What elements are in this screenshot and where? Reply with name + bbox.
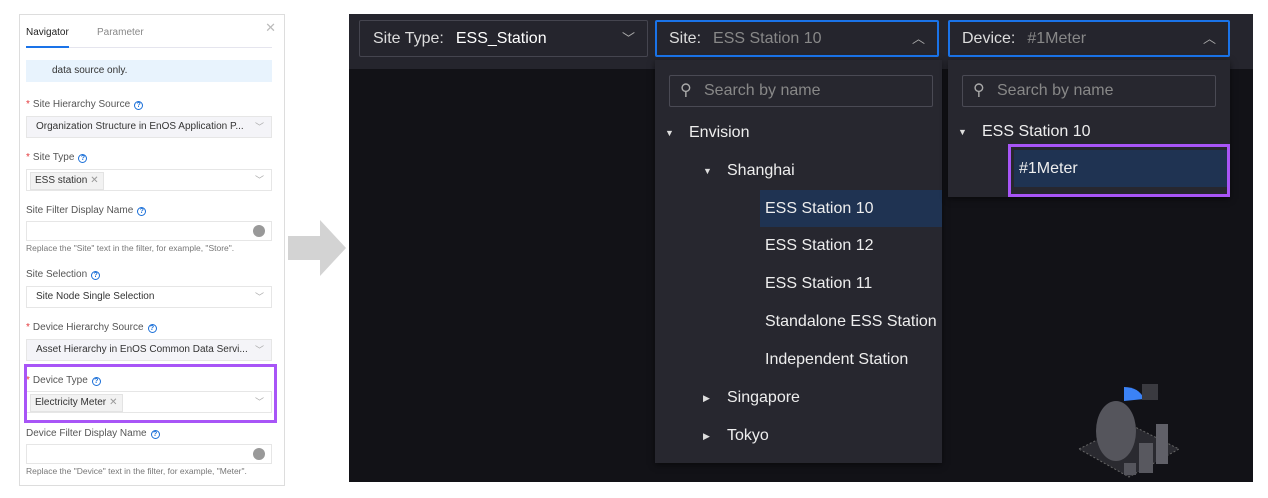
tree-node-station[interactable]: Standalone ESS Station <box>765 303 937 340</box>
tree-node-shanghai[interactable]: Shanghai <box>727 152 795 189</box>
site-dropdown: ⚲ Search by name ▼ Envision ▼ Shanghai ES… <box>655 60 942 463</box>
device-search-input[interactable]: ⚲ Search by name <box>962 75 1216 107</box>
caret-right-icon[interactable]: ▶ <box>703 393 710 404</box>
site-selection-label: Site Selection? <box>26 269 101 280</box>
device-filter[interactable]: Device: #1Meter ︿ <box>948 20 1230 57</box>
globe-icon <box>253 225 265 237</box>
site-hierarchy-source-label: * Site Hierarchy Source? <box>26 99 144 110</box>
arrow-right-icon <box>288 220 346 276</box>
search-icon: ⚲ <box>680 82 692 99</box>
chevron-up-icon: ︿ <box>1202 31 1216 46</box>
site-filter-display-name-input[interactable] <box>26 221 272 241</box>
help-icon: ? <box>150 430 160 439</box>
help-icon: ? <box>91 271 101 280</box>
device-dropdown: ⚲ Search by name ▼ ESS Station 10 #1Meter <box>948 60 1230 197</box>
empty-chart-illustration-icon <box>1077 384 1181 478</box>
help-icon: ? <box>134 101 144 110</box>
site-filter-display-name-label: Site Filter Display Name? <box>26 205 147 216</box>
device-filter-hint: Replace the "Device" text in the filter,… <box>26 466 247 476</box>
site-search-input[interactable]: ⚲ Search by name <box>669 75 933 107</box>
site-type-filter[interactable]: Site Type: ESS_Station ﹀ <box>359 20 648 57</box>
chevron-down-icon: ﹀ <box>621 31 635 46</box>
help-icon: ? <box>78 154 88 163</box>
tree-node-station[interactable]: ESS Station 11 <box>765 265 872 302</box>
site-hierarchy-source-select[interactable]: Organization Structure in EnOS Applicati… <box>26 116 272 138</box>
chevron-down-icon: ﹀ <box>254 175 264 185</box>
caret-right-icon[interactable]: ▶ <box>703 431 710 442</box>
active-tab-indicator <box>26 46 69 48</box>
tab-navigator[interactable]: Navigator <box>26 27 69 38</box>
close-icon[interactable]: ✕ <box>265 20 276 36</box>
device-hierarchy-source-label: * Device Hierarchy Source? <box>26 322 157 333</box>
search-icon: ⚲ <box>973 82 985 99</box>
site-type-label: * Site Type? <box>26 152 88 163</box>
site-type-tag: ESS station ✕ <box>30 172 104 190</box>
caret-down-icon[interactable]: ▼ <box>958 127 967 137</box>
help-icon: ? <box>147 324 157 333</box>
tree-node-station[interactable]: Independent Station <box>765 341 908 378</box>
tree-node-tokyo[interactable]: Tokyo <box>727 417 769 454</box>
navigator-panel: Navigator Parameter ✕ data source only. … <box>19 14 285 486</box>
highlight-box <box>24 364 277 423</box>
device-filter-display-name-input[interactable] <box>26 444 272 464</box>
tree-node-envision[interactable]: Envision <box>689 114 749 151</box>
site-filter-hint: Replace the "Site" text in the filter, f… <box>26 243 235 253</box>
site-filter[interactable]: Site: ESS Station 10 ︿ <box>655 20 939 57</box>
chevron-up-icon: ︿ <box>911 31 925 46</box>
caret-down-icon[interactable]: ▼ <box>665 128 674 138</box>
info-box: data source only. <box>26 60 272 82</box>
device-hierarchy-source-select[interactable]: Asset Hierarchy in EnOS Common Data Serv… <box>26 339 272 361</box>
highlight-box <box>1008 144 1230 197</box>
site-type-select[interactable]: ESS station ✕ ﹀ <box>26 169 272 191</box>
globe-icon <box>253 448 265 460</box>
remove-tag-icon: ✕ <box>90 175 99 186</box>
dashboard-preview: Site Type: ESS_Station ﹀ Site: ESS Station … <box>349 14 1253 482</box>
help-icon: ? <box>137 207 147 216</box>
caret-down-icon[interactable]: ▼ <box>703 166 712 176</box>
device-filter-display-name-label: Device Filter Display Name? <box>26 428 160 439</box>
chevron-down-icon: ﹀ <box>254 122 264 132</box>
tree-node-station[interactable]: ESS Station 10 <box>760 190 942 227</box>
chevron-down-icon: ﹀ <box>254 292 264 302</box>
site-selection-select[interactable]: Site Node Single Selection ﹀ <box>26 286 272 308</box>
tree-node-singapore[interactable]: Singapore <box>727 379 800 416</box>
chevron-down-icon: ﹀ <box>254 345 264 355</box>
tab-parameter[interactable]: Parameter <box>97 27 144 38</box>
tree-node-station[interactable]: ESS Station 12 <box>765 227 874 264</box>
